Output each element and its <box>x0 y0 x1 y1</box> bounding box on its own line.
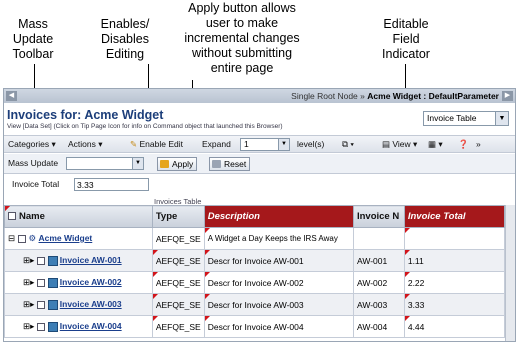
chevron-down-icon[interactable]: ▼ <box>278 139 289 150</box>
row-name-link[interactable]: Invoice AW-001 <box>60 255 122 265</box>
row-name-link[interactable]: Invoice AW-003 <box>60 299 122 309</box>
nav-left-icon[interactable]: ◀ <box>6 91 17 101</box>
column-header-invoice-number[interactable]: Invoice N <box>352 205 405 228</box>
expand-icon[interactable]: ⊞▸ <box>23 255 34 265</box>
apply-callout: Apply button allows user to make increme… <box>184 1 300 75</box>
row-total[interactable]: 2.22 <box>403 271 506 294</box>
row-description[interactable]: Descr for Invoice AW-001 <box>203 249 354 272</box>
table-row: ⊞▸ Invoice AW-003 AEFQE_SE Descr for Inv… <box>4 293 515 316</box>
row-name-link[interactable]: Acme Widget <box>39 233 93 243</box>
row-type: AEFQE_SE <box>151 293 205 316</box>
row-checkbox[interactable] <box>36 300 45 309</box>
row-total[interactable]: 1.11 <box>403 249 506 272</box>
mass-update-label: Mass Update <box>8 158 59 168</box>
main-toolbar: Categories ▾ Actions ▾ ✎ Enable Edit Exp… <box>4 135 515 153</box>
row-number: AW-002 <box>352 271 405 294</box>
table-row: ⊟ ⚙ Acme Widget AEFQE_SE A Widget a Day … <box>4 227 515 250</box>
breadcrumb-separator: » <box>360 91 365 101</box>
pencil-icon: ✎ <box>130 139 138 149</box>
row-number: AW-004 <box>352 315 405 338</box>
expand-icon[interactable]: ⊞▸ <box>23 277 34 287</box>
row-checkbox[interactable] <box>36 278 45 287</box>
breadcrumb: Single Root Node » Acme Widget : Default… <box>291 91 499 101</box>
table-row: ⊞▸ Invoice AW-004 AEFQE_SE Descr for Inv… <box>4 315 515 338</box>
levels-label: level(s) <box>297 139 325 149</box>
breadcrumb-bar: ◀ Single Root Node » Acme Widget : Defau… <box>4 89 515 103</box>
invoice-icon <box>47 299 58 310</box>
enables-editing-callout: Enables/ Disables Editing <box>100 17 150 61</box>
actions-menu[interactable]: Actions ▾ <box>68 139 103 150</box>
copy-icon[interactable]: ⧉ ▾ <box>342 139 354 150</box>
apply-button[interactable]: Apply <box>157 157 198 171</box>
invoice-icon <box>47 321 58 332</box>
reset-button[interactable]: Reset <box>209 157 251 171</box>
invoice-icon <box>47 277 58 288</box>
invoice-total-bar: Invoice Total <box>4 175 515 194</box>
invoices-table: Name Type Description Invoice N Invoice … <box>4 205 515 338</box>
mass-update-callout: Mass Update Toolbar <box>12 17 54 61</box>
view-select-value: Invoice Table <box>427 113 477 123</box>
invoice-total-label: Invoice Total <box>12 179 60 189</box>
more-icon[interactable]: » <box>476 139 481 149</box>
view-menu[interactable]: ▤ View ▾ <box>382 139 417 150</box>
reset-icon <box>212 160 221 168</box>
breadcrumb-root[interactable]: Single Root Node <box>291 91 358 101</box>
row-name-link[interactable]: Invoice AW-004 <box>60 321 122 331</box>
column-header-invoice-total[interactable]: Invoice Total <box>403 205 506 228</box>
row-type: AEFQE_SE <box>151 315 205 338</box>
breadcrumb-current: Acme Widget : DefaultParameter <box>367 91 499 101</box>
collapse-icon[interactable]: ⊟ <box>8 233 15 243</box>
app-window: ◀ Single Root Node » Acme Widget : Defau… <box>3 88 516 342</box>
row-name-link[interactable]: Invoice AW-002 <box>60 277 122 287</box>
table-icon[interactable]: ▦ ▾ <box>428 139 443 150</box>
table-header-row: Name Type Description Invoice N Invoice … <box>4 205 515 228</box>
row-number: AW-001 <box>352 249 405 272</box>
row-number: AW-003 <box>352 293 405 316</box>
expand-level-select[interactable]: 1 ▼ <box>240 138 290 151</box>
vertical-scrollbar[interactable] <box>505 205 515 341</box>
help-icon[interactable]: ❓ <box>458 139 469 150</box>
row-type: AEFQE_SE <box>151 249 205 272</box>
chevron-down-icon[interactable]: ▼ <box>495 112 508 125</box>
row-number <box>352 227 405 250</box>
select-all-checkbox[interactable] <box>8 212 16 221</box>
page-subtitle: View [Data Set] (Click on Tip Page Icon … <box>7 123 283 130</box>
row-checkbox[interactable] <box>17 234 26 243</box>
chevron-down-icon[interactable]: ▼ <box>132 158 143 169</box>
row-checkbox[interactable] <box>36 256 45 265</box>
table-row: ⊞▸ Invoice AW-002 AEFQE_SE Descr for Inv… <box>4 271 515 294</box>
expand-icon[interactable]: ⊞▸ <box>23 299 34 309</box>
row-description[interactable]: Descr for Invoice AW-003 <box>203 293 354 316</box>
nav-right-icon[interactable]: ▶ <box>502 91 513 101</box>
apply-icon <box>160 160 169 168</box>
view-select[interactable]: Invoice Table ▼ <box>423 111 509 126</box>
editable-callout: Editable Field Indicator <box>382 17 430 61</box>
table-row: ⊞▸ Invoice AW-001 AEFQE_SE Descr for Inv… <box>4 249 515 272</box>
column-header-name[interactable]: Name <box>4 205 153 228</box>
row-type: AEFQE_SE <box>151 271 205 294</box>
invoice-icon <box>47 255 58 266</box>
row-total[interactable]: 4.44 <box>403 315 506 338</box>
row-description[interactable]: A Widget a Day Keeps the IRS Away <box>203 227 354 250</box>
row-total[interactable] <box>403 227 506 250</box>
page-title: Invoices for: Acme Widget <box>7 108 164 122</box>
row-description[interactable]: Descr for Invoice AW-002 <box>203 271 354 294</box>
expand-label: Expand <box>202 139 231 149</box>
enable-edit-button[interactable]: ✎ Enable Edit <box>130 139 183 150</box>
mass-update-toolbar: Mass Update ▼ Apply Reset <box>4 154 515 174</box>
mass-update-select[interactable]: ▼ <box>66 157 144 170</box>
row-total[interactable]: 3.33 <box>403 293 506 316</box>
column-header-type[interactable]: Type <box>151 205 205 228</box>
categories-menu[interactable]: Categories ▾ <box>8 139 56 150</box>
column-header-description[interactable]: Description <box>203 205 354 228</box>
row-type: AEFQE_SE <box>151 227 205 250</box>
invoice-total-input[interactable] <box>74 178 149 191</box>
expand-icon[interactable]: ⊞▸ <box>23 321 34 331</box>
row-checkbox[interactable] <box>36 322 45 331</box>
part-icon: ⚙ <box>28 233 37 243</box>
row-description[interactable]: Descr for Invoice AW-004 <box>203 315 354 338</box>
